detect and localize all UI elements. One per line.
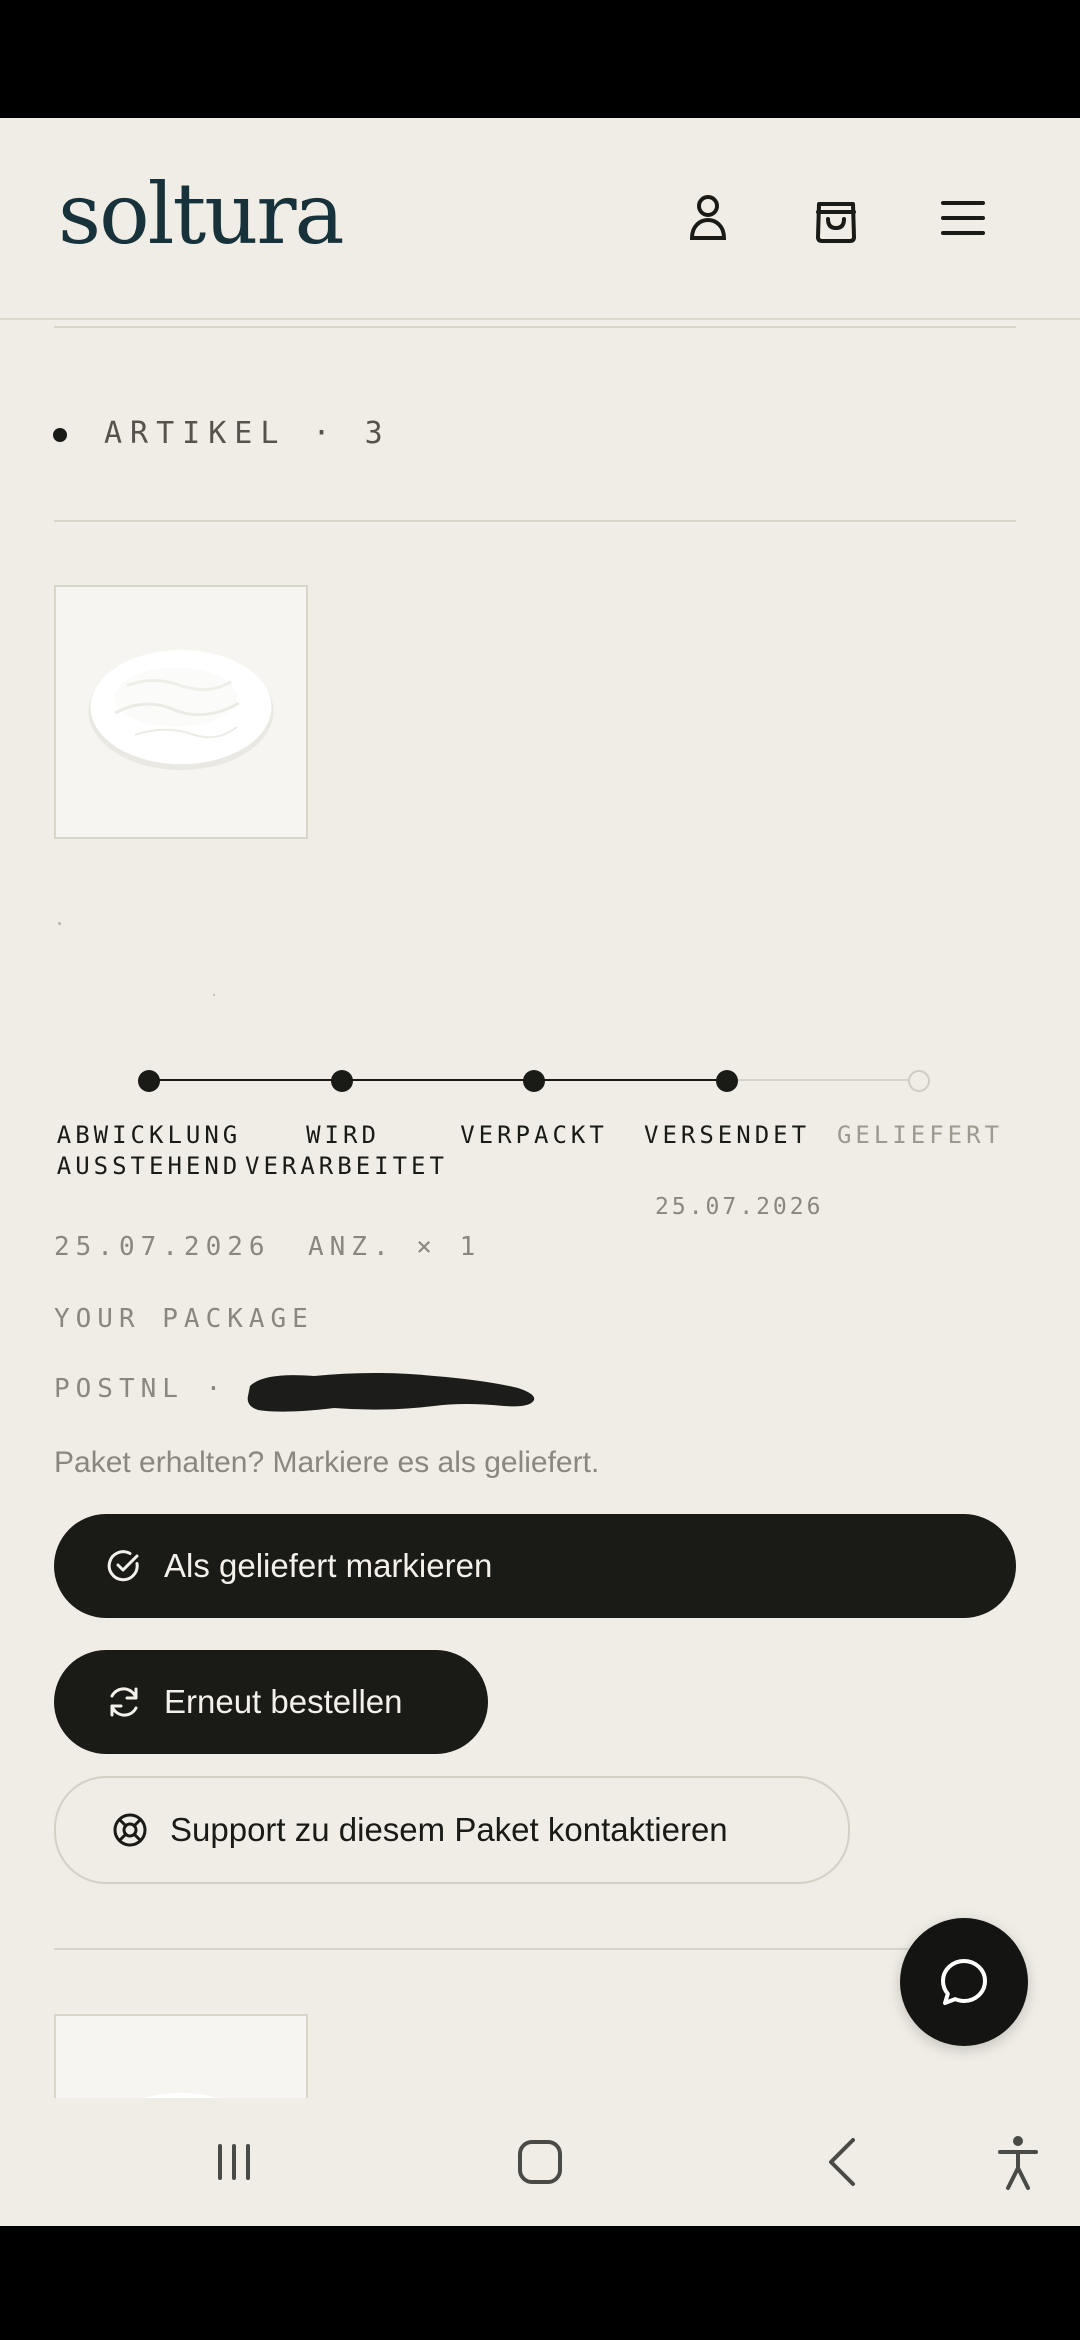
accessibility-icon[interactable] xyxy=(988,2132,1048,2192)
timeline-label: VERSENDET xyxy=(644,1121,811,1149)
contact-support-button[interactable]: Support zu diesem Paket kontaktieren xyxy=(54,1776,850,1884)
quantity: ANZ. × 1 xyxy=(308,1232,482,1262)
refresh-icon xyxy=(110,1687,138,1717)
received-hint: Paket erhalten? Markiere es als geliefer… xyxy=(54,1446,600,1479)
timeline-progress-line xyxy=(149,1079,727,1081)
menu-icon[interactable] xyxy=(933,188,993,248)
carrier-label: POSTNL · xyxy=(54,1374,228,1404)
recent-apps-icon[interactable] xyxy=(204,2132,264,2192)
product-image[interactable] xyxy=(54,2014,308,2098)
status-bar xyxy=(0,0,1080,118)
order-date: 25.07.2026 xyxy=(54,1232,271,1262)
shopping-bag-icon[interactable] xyxy=(806,188,866,248)
timeline-label: VERPACKT xyxy=(460,1121,608,1149)
timeline-label: ABWICKLUNG AUSSTEHEND xyxy=(56,1121,242,1180)
bullet xyxy=(53,428,67,442)
reorder-button[interactable]: Erneut bestellen xyxy=(54,1650,488,1754)
reorder-label: Erneut bestellen xyxy=(164,1683,403,1720)
home-icon[interactable] xyxy=(510,2132,570,2192)
brand-logo[interactable]: soltura xyxy=(58,172,345,256)
mark-delivered-label: Als geliefert markieren xyxy=(164,1547,493,1584)
timeline-node xyxy=(716,1070,738,1092)
chat-bubble-icon xyxy=(941,1959,987,2005)
shipped-date: 25.07.2026 xyxy=(655,1194,824,1220)
screen: soltura ARTIKEL · 3 ABWICKLUNG AUSSTEHEN… xyxy=(0,0,1080,2340)
package-name: YOUR PACKAGE xyxy=(54,1304,314,1334)
bottom-frame xyxy=(0,2226,1080,2340)
app-header: soltura xyxy=(0,118,1080,320)
redacted-tracking-number xyxy=(247,1373,535,1412)
product-image[interactable] xyxy=(54,585,308,839)
contact-support-label: Support zu diesem Paket kontaktieren xyxy=(170,1811,728,1848)
lifebuoy-icon xyxy=(113,1813,147,1847)
timeline-node xyxy=(908,1070,930,1092)
system-navigation-bar xyxy=(0,2098,1080,2226)
timeline-node xyxy=(523,1070,545,1092)
stray-mark xyxy=(213,994,215,996)
timeline-label: WIRD VERARBEITET xyxy=(245,1121,448,1180)
divider xyxy=(54,520,1016,522)
chat-button[interactable] xyxy=(900,1918,1028,2046)
divider xyxy=(54,326,1016,328)
divider xyxy=(54,1948,1016,1950)
timeline-node xyxy=(138,1070,160,1092)
timeline-pending-line xyxy=(727,1079,919,1081)
timeline-node xyxy=(331,1070,353,1092)
timeline-label: GELIEFERT xyxy=(836,1121,1004,1149)
stray-mark xyxy=(58,922,61,925)
order-content: ARTIKEL · 3 ABWICKLUNG AUSSTEHEND WIRD V… xyxy=(0,320,1080,2098)
back-icon[interactable] xyxy=(815,2132,875,2192)
shipping-timeline: ABWICKLUNG AUSSTEHEND WIRD VERARBEITET V… xyxy=(54,1060,1024,1220)
mark-delivered-button[interactable]: Als geliefert markieren xyxy=(54,1514,1016,1618)
items-section-label: ARTIKEL · 3 xyxy=(104,416,391,451)
check-circle-icon xyxy=(107,1550,139,1582)
account-icon[interactable] xyxy=(678,188,738,248)
